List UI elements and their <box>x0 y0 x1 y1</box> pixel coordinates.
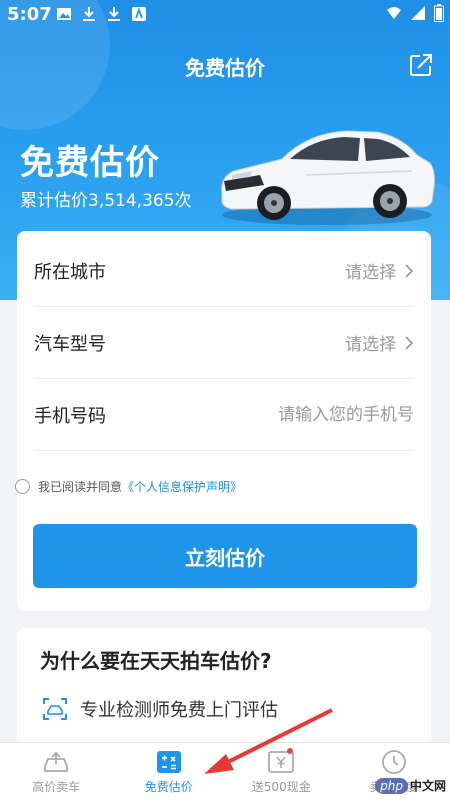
city-label: 所在城市 <box>34 261 106 283</box>
counter-prefix: 累计估价 <box>20 191 88 211</box>
car-model-value: 请选择 <box>345 335 396 355</box>
car-upload-icon <box>44 751 69 772</box>
download-icon <box>108 7 120 21</box>
watermark-text: 中文网 <box>409 779 446 793</box>
download-icon <box>83 7 95 21</box>
submit-valuation-button[interactable]: 立刻估价 <box>33 524 417 588</box>
phone-row: 手机号码 <box>34 379 414 451</box>
tab-label: 免费估价 <box>144 780 193 794</box>
status-bar: 5:07 <box>0 0 450 30</box>
agreement-row: 我已阅读并同意《个人信息保护声明》 <box>15 478 242 495</box>
city-selector[interactable]: 所在城市 请选择 <box>34 235 414 307</box>
wifi-icon <box>387 7 401 19</box>
inspection-scan-icon <box>43 698 67 720</box>
battery-icon <box>434 4 444 22</box>
chevron-right-icon <box>405 335 414 350</box>
car-model-selector[interactable]: 汽车型号 请选择 <box>34 307 414 379</box>
watermark-logo: php <box>375 777 408 794</box>
annotation-arrow <box>204 708 333 774</box>
share-icon[interactable] <box>408 52 434 78</box>
phone-label: 手机号码 <box>34 405 106 427</box>
page-title: 免费估价 <box>185 56 265 80</box>
clock-icon <box>381 750 406 774</box>
car-model-label: 汽车型号 <box>34 333 106 355</box>
car-image <box>221 130 435 225</box>
counter-suffix: 次 <box>174 191 192 211</box>
valuation-icon <box>156 751 181 773</box>
valuation-counter: 累计估价3,514,365次 <box>20 186 192 211</box>
why-title: 为什么要在天天拍车估价? <box>40 649 272 673</box>
counter-value: 3,514,365 <box>88 191 175 211</box>
signal-icon <box>411 6 425 20</box>
tab-label: 高价卖车 <box>32 780 81 794</box>
watermark: php 中文网 <box>375 777 446 794</box>
status-time: 5:07 <box>7 4 52 25</box>
agreement-radio[interactable] <box>15 479 30 494</box>
privacy-statement-link[interactable]: 《个人信息保护声明》 <box>122 480 242 494</box>
phone-input[interactable] <box>214 404 414 425</box>
nav-bar: 免费估价 <box>0 40 450 90</box>
gallery-icon <box>57 8 71 20</box>
tab-sell-car[interactable]: 高价卖车 <box>0 743 113 800</box>
agreement-text: 我已阅读并同意 <box>38 480 123 494</box>
tab-label: 送500现金 <box>251 780 311 794</box>
city-value: 请选择 <box>345 263 396 283</box>
chevron-right-icon <box>405 263 414 278</box>
promo-title: 免费估价 <box>20 143 160 183</box>
app-notification-icon <box>132 7 146 21</box>
